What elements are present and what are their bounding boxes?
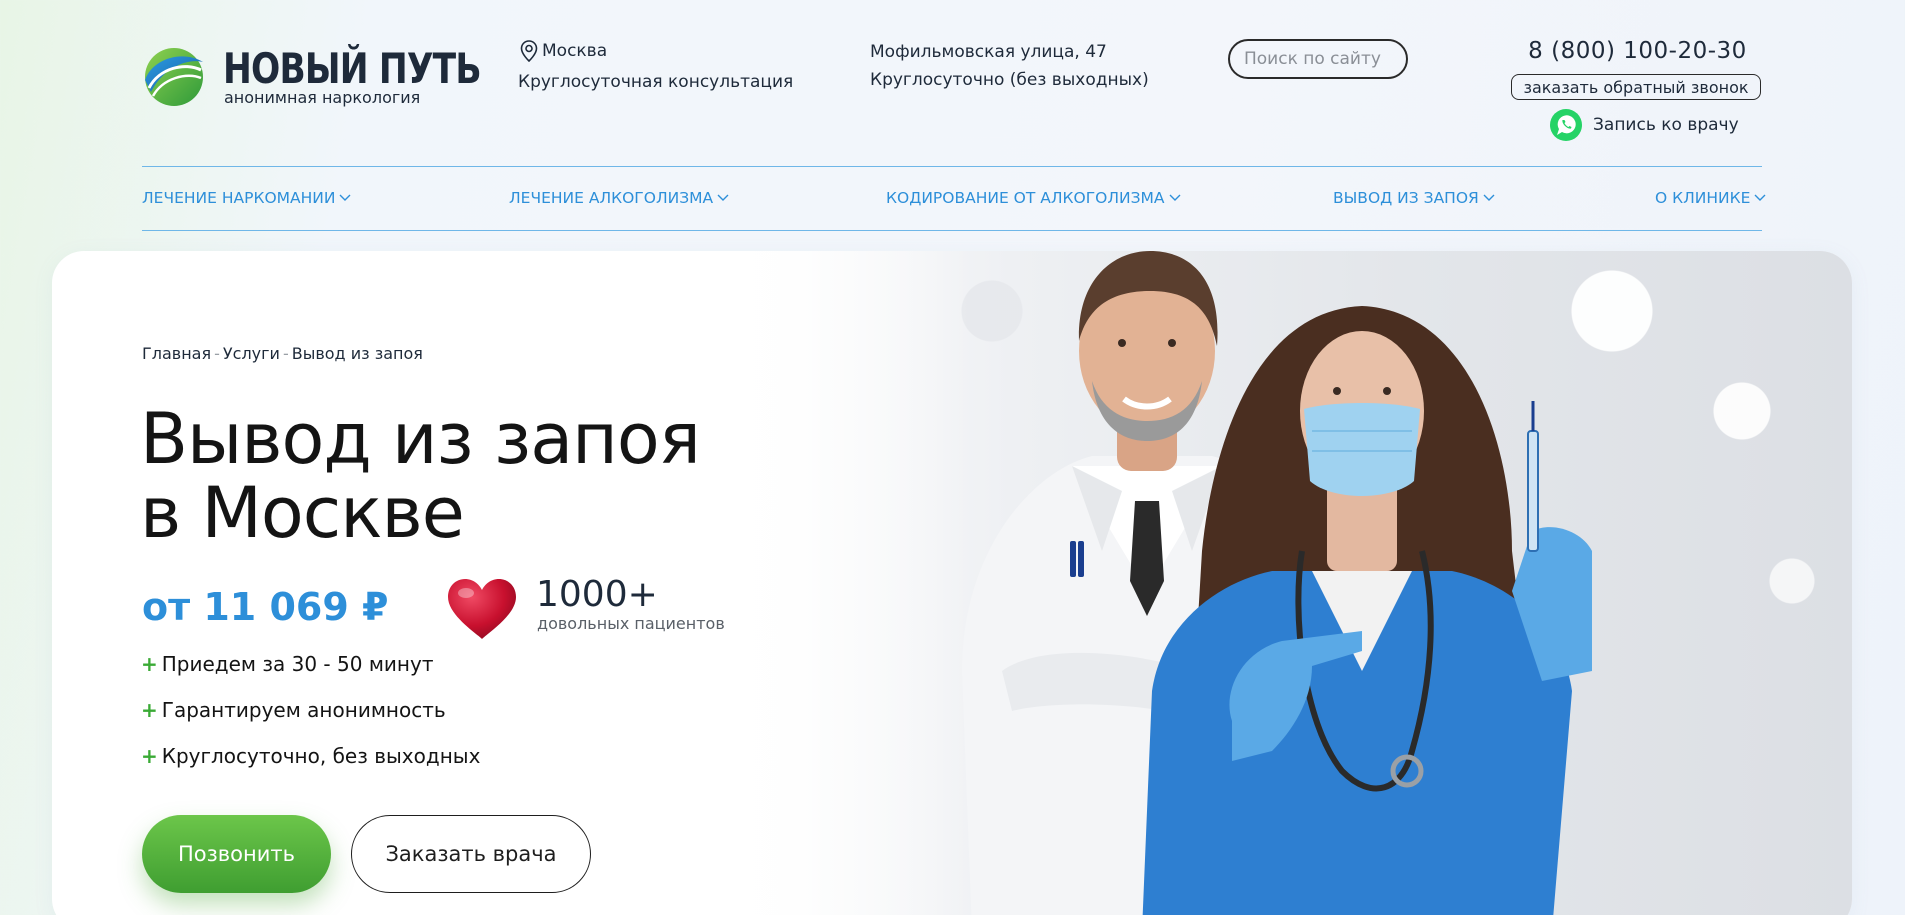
list-item: + Круглосуточно, без выходных: [141, 744, 480, 768]
breadcrumb-separator: -: [282, 344, 289, 363]
feature-text: Приедем за 30 - 50 минут: [161, 652, 434, 676]
breadcrumb-current: Вывод из запоя: [291, 344, 423, 363]
chevron-down-icon: [717, 194, 729, 201]
address-line: Мофильмовская улица, 47: [870, 42, 1107, 62]
chevron-down-icon: [1169, 194, 1181, 201]
callback-button[interactable]: заказать обратный звонок: [1511, 74, 1761, 100]
page-title: Вывод из запоя в Москве: [140, 398, 701, 554]
breadcrumb-link-home[interactable]: Главная: [142, 344, 211, 363]
whatsapp-label: Запись ко врачу: [1593, 115, 1739, 135]
breadcrumb: Главная - Услуги - Вывод из запоя: [142, 344, 423, 363]
order-doctor-button[interactable]: Заказать врача: [351, 815, 591, 893]
feature-text: Гарантируем анонимность: [161, 698, 446, 722]
stat-number: 1000+: [536, 574, 658, 615]
location-pin-icon: [520, 40, 538, 62]
nav-item-label: ЛЕЧЕНИЕ НАРКОМАНИИ: [142, 189, 336, 207]
list-item: + Приедем за 30 - 50 минут: [141, 652, 433, 676]
chevron-down-icon: [339, 194, 351, 201]
nav-item-about[interactable]: О КЛИНИКЕ: [1655, 189, 1766, 207]
logo[interactable]: НОВЫЙ ПУТЬ анонимная наркология: [143, 44, 482, 114]
breadcrumb-separator: -: [214, 344, 220, 363]
breadcrumb-link-services[interactable]: Услуги: [223, 344, 280, 363]
hours-line: Круглосуточно (без выходных): [870, 70, 1149, 90]
nav-item-label: ЛЕЧЕНИЕ АЛКОГОЛИЗМА: [509, 189, 714, 207]
price: от 11 069 ₽: [142, 585, 389, 629]
nav-item-drug-treatment[interactable]: ЛЕЧЕНИЕ НАРКОМАНИИ: [142, 189, 351, 207]
plus-icon: +: [141, 744, 158, 768]
logo-title: НОВЫЙ ПУТЬ: [223, 44, 482, 93]
whatsapp-link[interactable]: Запись ко врачу: [1549, 108, 1739, 142]
main-nav: ЛЕЧЕНИЕ НАРКОМАНИИ ЛЕЧЕНИЕ АЛКОГОЛИЗМА К…: [142, 166, 1766, 231]
page-title-line2: в Москве: [140, 472, 465, 554]
whatsapp-icon: [1550, 109, 1582, 141]
nav-item-label: КОДИРОВАНИЕ ОТ АЛКОГОЛИЗМА: [886, 189, 1165, 207]
call-button[interactable]: Позвонить: [142, 815, 331, 893]
nav-item-alcohol-treatment[interactable]: ЛЕЧЕНИЕ АЛКОГОЛИЗМА: [509, 189, 729, 207]
logo-subtitle: анонимная наркология: [224, 88, 421, 107]
consult-text: Круглосуточная консультация: [518, 72, 794, 92]
plus-icon: +: [141, 698, 158, 722]
nav-item-withdrawal[interactable]: ВЫВОД ИЗ ЗАПОЯ: [1333, 189, 1495, 207]
search-input[interactable]: [1228, 39, 1408, 79]
address-block: Мофильмовская улица, 47 Круглосуточно (б…: [870, 38, 1149, 94]
list-item: + Гарантируем анонимность: [141, 698, 446, 722]
logo-mark-icon: [145, 48, 203, 106]
chevron-down-icon: [1754, 194, 1766, 201]
chevron-down-icon: [1483, 194, 1495, 201]
stat-label: довольных пациентов: [537, 614, 725, 633]
city-selector[interactable]: Москва: [520, 40, 607, 62]
city-label: Москва: [542, 41, 608, 61]
heart-icon: [448, 579, 516, 639]
phone-number[interactable]: 8 (800) 100-20-30: [1515, 38, 1760, 64]
nav-item-label: О КЛИНИКЕ: [1655, 189, 1751, 207]
plus-icon: +: [141, 652, 158, 676]
nav-item-label: ВЫВОД ИЗ ЗАПОЯ: [1333, 189, 1479, 207]
hero-doctors-image: [962, 251, 1592, 915]
feature-text: Круглосуточно, без выходных: [161, 744, 481, 768]
nav-item-coding[interactable]: КОДИРОВАНИЕ ОТ АЛКОГОЛИЗМА: [886, 189, 1181, 207]
page-title-line1: Вывод из запоя: [140, 398, 701, 480]
